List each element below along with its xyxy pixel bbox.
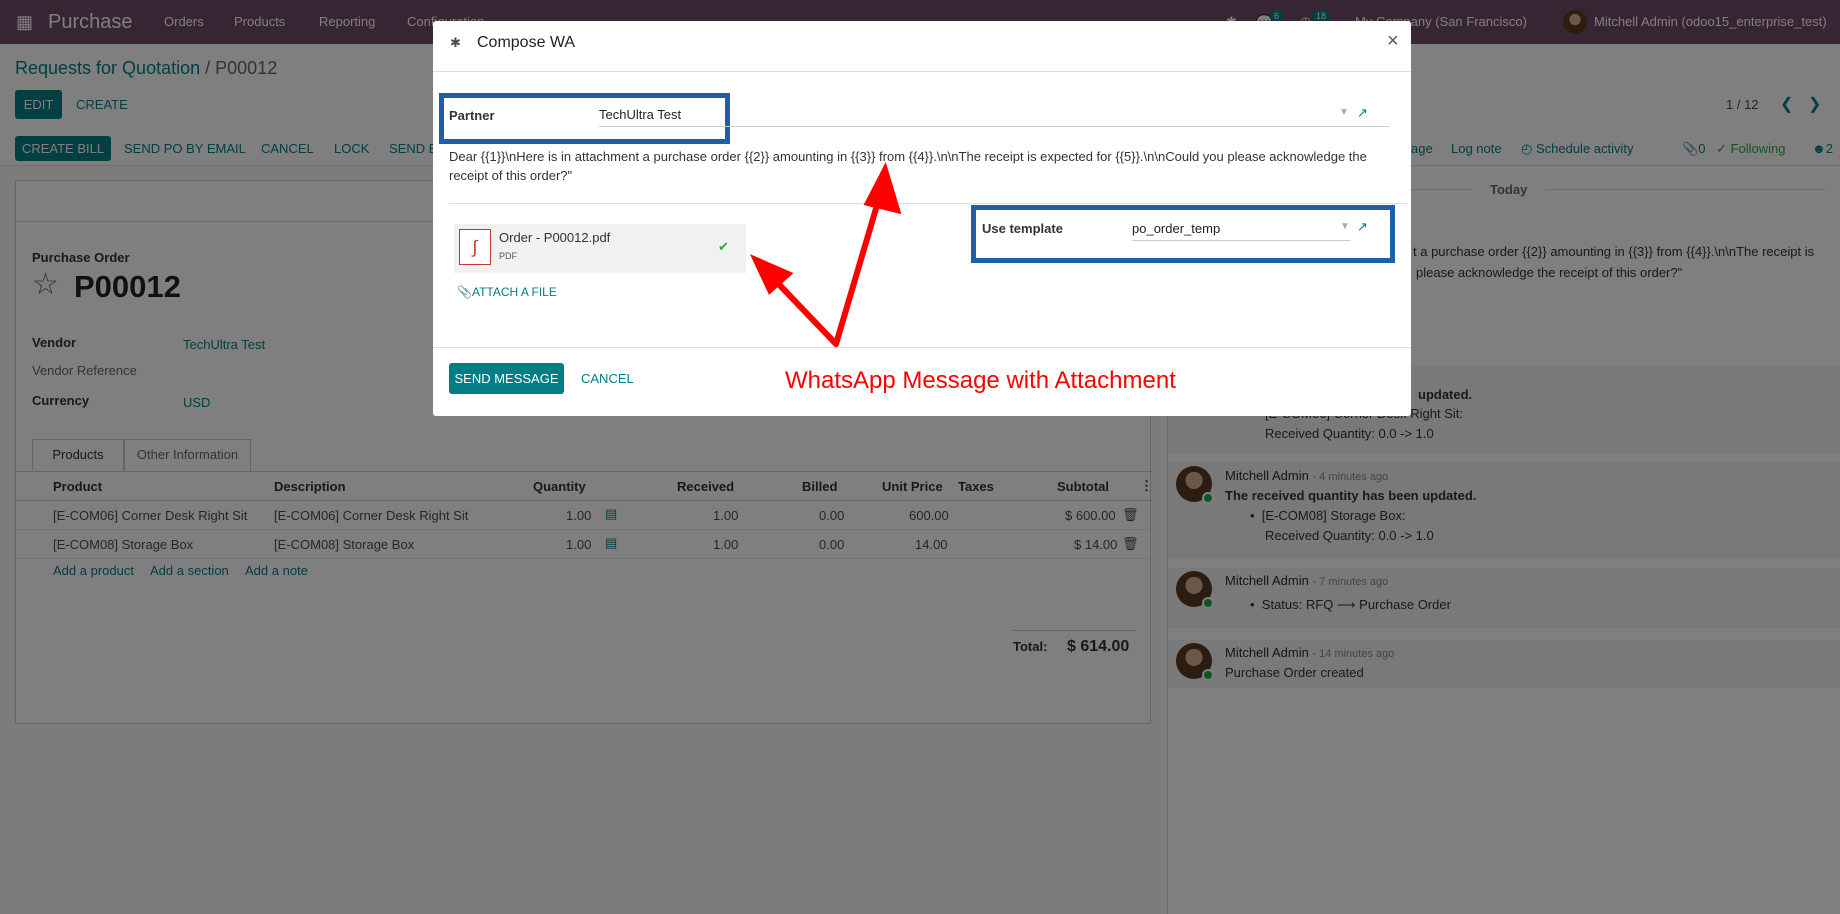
annotation-arrows	[749, 162, 902, 347]
annotation-arrow-to-body	[833, 192, 883, 347]
annotation-arrowhead	[863, 162, 902, 215]
annotation-arrow-to-attachment	[767, 272, 839, 347]
